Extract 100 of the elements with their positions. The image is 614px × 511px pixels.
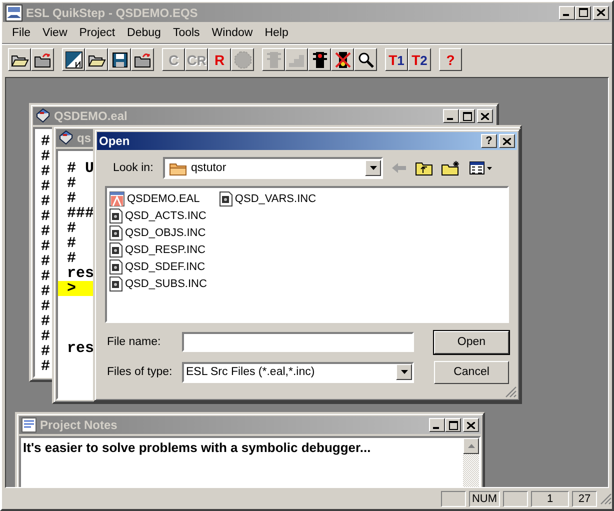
toolbar-button[interactable] xyxy=(8,48,31,71)
status-panel: NUM xyxy=(468,490,500,506)
system-file-icon xyxy=(109,224,123,240)
resize-grip[interactable] xyxy=(505,386,517,398)
look-in-label: Look in: xyxy=(112,162,154,174)
toolbar-button[interactable] xyxy=(354,48,377,71)
listing-entry[interactable]: QSD_SUBS.INC xyxy=(109,275,207,292)
menu-item[interactable]: Tools xyxy=(166,27,206,39)
menu-item[interactable]: Project xyxy=(73,27,122,39)
code-line: res xyxy=(66,341,94,356)
app-icon xyxy=(5,4,23,22)
toolbar-letter: R xyxy=(214,52,225,68)
folder-up-icon[interactable] xyxy=(415,160,433,176)
folder-arrow-icon xyxy=(34,52,52,68)
status-panel: 27 xyxy=(572,490,597,506)
code-line: # xyxy=(41,329,50,344)
code-line: # xyxy=(66,236,76,251)
window-title: ESL QuikStep - QSDEMO.EQS xyxy=(26,6,199,20)
file-type-value: ESL Src Files (*.eal,*.inc) xyxy=(186,366,316,378)
search-icon xyxy=(358,52,374,68)
listing-entry[interactable]: QSD_RESP.INC xyxy=(109,241,207,258)
look-in-dropdown[interactable]: qstutor xyxy=(163,157,383,179)
folder-arrow-icon xyxy=(134,52,152,68)
cancel-button[interactable]: Cancel xyxy=(434,360,509,384)
listing-entry[interactable]: QSDEMO.EAL xyxy=(109,190,207,207)
system-file-icon xyxy=(109,242,123,258)
code-line: # xyxy=(41,149,50,164)
listing-entry[interactable]: QSD_SDEF.INC xyxy=(109,258,207,275)
toolbar-button[interactable] xyxy=(331,48,354,71)
toolbar-button[interactable] xyxy=(108,48,131,71)
maximize-icon xyxy=(578,8,588,17)
code-line: # U xyxy=(66,161,94,176)
toolbar-button[interactable] xyxy=(85,48,108,71)
toolbar-button[interactable] xyxy=(62,48,85,71)
notes-text: It's easier to solve problems with a symbolic debugger... xyxy=(22,439,372,457)
close-icon xyxy=(503,138,511,144)
code-line: # xyxy=(41,269,50,284)
program-file-icon xyxy=(109,190,125,206)
code-line: # xyxy=(41,194,50,209)
toolbar-button[interactable] xyxy=(131,48,154,71)
listing-entry[interactable]: QSD_OBJS.INC xyxy=(109,224,207,241)
resize-grip[interactable] xyxy=(600,492,612,504)
toolbar-letter: ? xyxy=(446,52,455,68)
code-line: # xyxy=(41,284,50,299)
file-type-label: Files of type: xyxy=(106,366,174,378)
toolbar-button[interactable] xyxy=(31,48,54,71)
close-icon xyxy=(597,9,605,16)
help-button[interactable]: ? xyxy=(481,134,497,148)
window-title: Project Notes xyxy=(40,418,118,432)
dialog-title: Open xyxy=(99,134,131,148)
toolbar-letter: T1 xyxy=(388,52,404,68)
open-button[interactable]: Open xyxy=(434,330,509,354)
code-line: # xyxy=(41,179,50,194)
status-panel xyxy=(503,490,528,506)
look-in-value: qstutor xyxy=(191,162,228,174)
close-icon xyxy=(481,112,489,120)
toolbar-letter: C xyxy=(168,52,179,68)
menu-item[interactable]: Window xyxy=(206,27,259,39)
system-file-icon xyxy=(218,190,233,206)
code-line: # xyxy=(41,359,50,374)
menu-item[interactable]: View xyxy=(36,27,74,39)
new-file-icon xyxy=(64,50,82,68)
menu-item[interactable]: Debug xyxy=(121,27,167,39)
document-icon xyxy=(35,108,51,124)
menu-item[interactable]: Help xyxy=(258,27,294,39)
maximize-icon xyxy=(462,112,472,120)
status-panel xyxy=(440,490,466,506)
system-file-icon xyxy=(109,276,123,292)
code-line: # xyxy=(41,314,50,329)
code-line: res xyxy=(66,266,94,281)
toolbar-button[interactable] xyxy=(308,48,331,71)
folder-icon xyxy=(169,160,187,176)
traffic-light-icon xyxy=(312,50,326,68)
code-line: # xyxy=(41,224,50,239)
window-title: qs xyxy=(77,131,92,145)
traffic-light-icon xyxy=(266,50,280,68)
toolbar-button[interactable]: T2 xyxy=(408,48,431,71)
scroll-up-button[interactable] xyxy=(463,438,479,454)
file-name-field[interactable] xyxy=(182,332,414,352)
code-line: # xyxy=(41,164,50,179)
toolbar-button[interactable]: T1 xyxy=(385,48,408,71)
code-line: # xyxy=(41,209,50,224)
toolbar-letter: CR xyxy=(186,52,206,68)
menu-item[interactable]: File xyxy=(6,27,37,39)
crossed-traffic-light-icon xyxy=(334,50,350,68)
code-line: # xyxy=(41,254,50,269)
code-line: # xyxy=(66,191,76,206)
caret-icon xyxy=(468,444,474,448)
notes-icon xyxy=(21,417,37,433)
listing-entry[interactable]: QSD_VARS.INC xyxy=(218,190,316,207)
code-line: # xyxy=(66,221,76,236)
file-type-dropdown[interactable]: ESL Src Files (*.eal,*.inc) xyxy=(182,362,414,382)
listing-entry[interactable]: QSD_ACTS.INC xyxy=(109,207,207,224)
code-line: # xyxy=(66,251,76,266)
close-button[interactable] xyxy=(499,134,515,148)
code-line: # xyxy=(41,344,50,359)
view-menu-icon[interactable] xyxy=(469,161,493,175)
caret-icon xyxy=(400,370,408,374)
code-line: ### xyxy=(66,206,94,221)
new-folder-icon[interactable] xyxy=(441,160,461,176)
